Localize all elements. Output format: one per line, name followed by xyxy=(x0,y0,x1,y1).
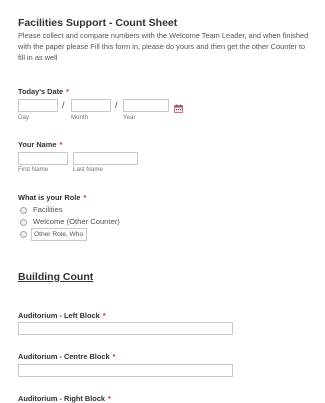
form-title: Facilities Support - Count Sheet xyxy=(18,17,178,29)
auditorium-left-input[interactable] xyxy=(18,322,233,335)
radio-welcome[interactable] xyxy=(20,219,27,226)
first-name-input[interactable] xyxy=(18,152,68,165)
option-facilities-label: Facilities xyxy=(33,205,63,214)
date-separator: / xyxy=(115,100,118,110)
year-sublabel: Year xyxy=(123,114,136,121)
count-label: Auditorium - Centre Block * xyxy=(18,352,115,361)
option-welcome-label: Welcome (Other Counter) xyxy=(33,217,120,226)
last-name-input[interactable] xyxy=(73,152,138,165)
required-mark: * xyxy=(66,87,70,96)
day-input[interactable] xyxy=(18,99,58,112)
count-label-text: Auditorium - Right Block xyxy=(18,394,106,403)
other-role-input[interactable]: Other Role, Who xyxy=(31,228,87,241)
required-mark: * xyxy=(83,193,87,202)
required-mark: * xyxy=(59,140,63,149)
role-label: What is your Role * xyxy=(18,193,86,202)
required-mark: * xyxy=(102,311,106,320)
month-input[interactable] xyxy=(71,99,111,112)
date-separator: / xyxy=(62,100,65,110)
name-label-text: Your Name xyxy=(18,140,57,149)
required-mark: * xyxy=(108,394,111,403)
radio-facilities[interactable] xyxy=(20,207,27,214)
auditorium-centre-input[interactable] xyxy=(18,364,233,377)
count-label-text: Auditorium - Left Block xyxy=(18,311,100,320)
form-description: Please collect and compare numbers with … xyxy=(18,31,309,62)
day-sublabel: Day xyxy=(18,114,30,121)
count-label: Auditorium - Left Block * xyxy=(18,311,106,320)
first-name-sublabel: First Name xyxy=(18,166,49,173)
radio-other[interactable] xyxy=(20,231,27,238)
year-input[interactable] xyxy=(123,99,169,112)
date-label: Today's Date * xyxy=(18,87,69,96)
required-mark: * xyxy=(112,352,116,361)
calendar-icon[interactable] xyxy=(174,100,183,113)
count-label: Auditorium - Right Block * xyxy=(18,394,111,403)
date-label-text: Today's Date xyxy=(18,87,64,96)
section-title: Building Count xyxy=(18,271,94,283)
name-label: Your Name * xyxy=(18,140,62,149)
role-label-text: What is your Role xyxy=(18,193,81,202)
count-label-text: Auditorium - Centre Block xyxy=(18,352,110,361)
last-name-sublabel: Last Name xyxy=(73,166,103,173)
month-sublabel: Month xyxy=(71,114,89,121)
